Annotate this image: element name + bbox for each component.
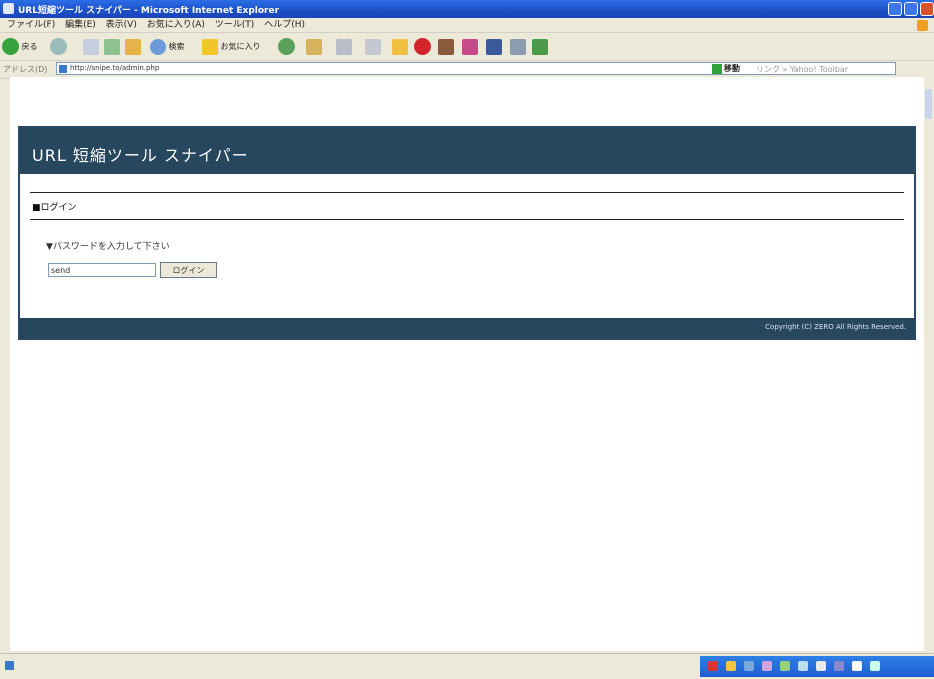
tray-icon-2[interactable] (726, 661, 736, 671)
tray-icon-10[interactable] (870, 661, 880, 671)
windows-logo-icon (917, 20, 928, 31)
tray-icon-6[interactable] (798, 661, 808, 671)
forward-button[interactable] (50, 37, 67, 56)
addon-button-4[interactable] (510, 37, 526, 56)
search-icon (150, 38, 166, 55)
mail-button[interactable] (306, 37, 322, 56)
minimize-button[interactable] (888, 2, 902, 16)
addon-button-2[interactable] (462, 37, 478, 56)
print-button[interactable] (336, 37, 352, 56)
address-label: アドレス(D) (3, 65, 48, 74)
copyright-text: Copyright (C) ZERO All Rights Reserved. (765, 323, 906, 331)
favorites-label: お気に入り (220, 42, 261, 51)
go-icon (712, 63, 722, 74)
site-brand: URL 短縮ツール スナイパー (32, 146, 249, 165)
home-icon (125, 38, 141, 55)
messenger-icon (462, 38, 478, 55)
links-toolbar[interactable]: リンク » Yahoo! Toolbar (756, 64, 848, 75)
tray-icon-1[interactable] (708, 661, 718, 671)
history-button[interactable] (278, 37, 295, 56)
site-header: URL 短縮ツール スナイパー (20, 128, 914, 174)
tray-icon-9[interactable] (852, 661, 862, 671)
search-button[interactable]: 検索 (150, 37, 185, 56)
url-text[interactable]: http://snipe.to/admin.php (70, 64, 159, 72)
back-button[interactable]: 戻る (2, 37, 38, 56)
maximize-button[interactable] (904, 2, 918, 16)
page-viewport-top (10, 77, 924, 118)
window-title: URL短縮ツール スナイパー - Microsoft Internet Expl… (18, 6, 280, 16)
menu-favorites[interactable]: お気に入り(A) (147, 18, 205, 32)
menu-tools[interactable]: ツール(T) (215, 18, 255, 32)
search-label: 検索 (168, 42, 185, 51)
refresh-button[interactable] (104, 37, 120, 56)
section-title: ■ログイン (32, 203, 77, 213)
stop-icon (83, 38, 99, 55)
history-icon (278, 38, 295, 55)
window-titlebar: URL短縮ツール スナイパー - Microsoft Internet Expl… (0, 0, 934, 18)
home-button[interactable] (125, 37, 141, 56)
browser-toolbar: 戻る 検索 お気に入り (0, 33, 934, 60)
forward-arrow-icon (50, 38, 67, 55)
go-button[interactable]: 移動 (712, 63, 740, 75)
favorites-button[interactable]: お気に入り (202, 37, 261, 56)
print-icon (336, 38, 352, 55)
menu-edit[interactable]: 編集(E) (65, 18, 96, 32)
research-icon (510, 38, 526, 55)
refresh-icon (104, 38, 120, 55)
page-icon (59, 65, 67, 73)
password-input[interactable] (48, 263, 156, 277)
addon-button-3[interactable] (486, 37, 502, 56)
edit-icon (365, 38, 381, 55)
vertical-scrollbar[interactable] (924, 77, 934, 653)
tray-icon-4[interactable] (762, 661, 772, 671)
ie-icon (3, 3, 14, 14)
tray-icon-5[interactable] (780, 661, 790, 671)
edit-button[interactable] (365, 37, 381, 56)
back-label: 戻る (21, 42, 38, 51)
tray-icon-3[interactable] (744, 661, 754, 671)
close-button[interactable] (920, 2, 934, 16)
menu-help[interactable]: ヘルプ(H) (264, 18, 305, 32)
block-icon (414, 38, 431, 55)
mail-icon (306, 38, 322, 55)
system-tray (700, 656, 934, 677)
menu-view[interactable]: 表示(V) (106, 18, 137, 32)
site-footer: Copyright (C) ZERO All Rights Reserved. (20, 318, 914, 338)
favorites-star-icon (202, 38, 218, 55)
password-prompt: ▼パスワードを入力して下さい (46, 242, 170, 252)
status-page-icon (5, 661, 14, 670)
addon-button-5[interactable] (532, 37, 548, 56)
site-panel: URL 短縮ツール スナイパー ■ログイン ▼パスワードを入力して下さい ログイ… (18, 126, 916, 340)
addon-icon (438, 38, 454, 55)
tray-icon-8[interactable] (834, 661, 844, 671)
menu-bar: ファイル(F) 編集(E) 表示(V) お気に入り(A) ツール(T) ヘルプ(… (0, 18, 934, 33)
status-bar (0, 653, 934, 679)
menu-file[interactable]: ファイル(F) (7, 18, 55, 32)
stop-button[interactable] (83, 37, 99, 56)
back-arrow-icon (2, 38, 19, 55)
block-button[interactable] (414, 37, 431, 56)
folder-button[interactable] (392, 37, 408, 56)
scrollbar-thumb[interactable] (925, 89, 932, 119)
login-button[interactable]: ログイン (160, 262, 217, 278)
go-label: 移動 (724, 64, 740, 73)
addon-button-1[interactable] (438, 37, 454, 56)
tray-icon-7[interactable] (816, 661, 826, 671)
translate-icon (532, 38, 548, 55)
login-section-header: ■ログイン (30, 192, 904, 220)
folder-icon (392, 38, 408, 55)
media-icon (486, 38, 502, 55)
